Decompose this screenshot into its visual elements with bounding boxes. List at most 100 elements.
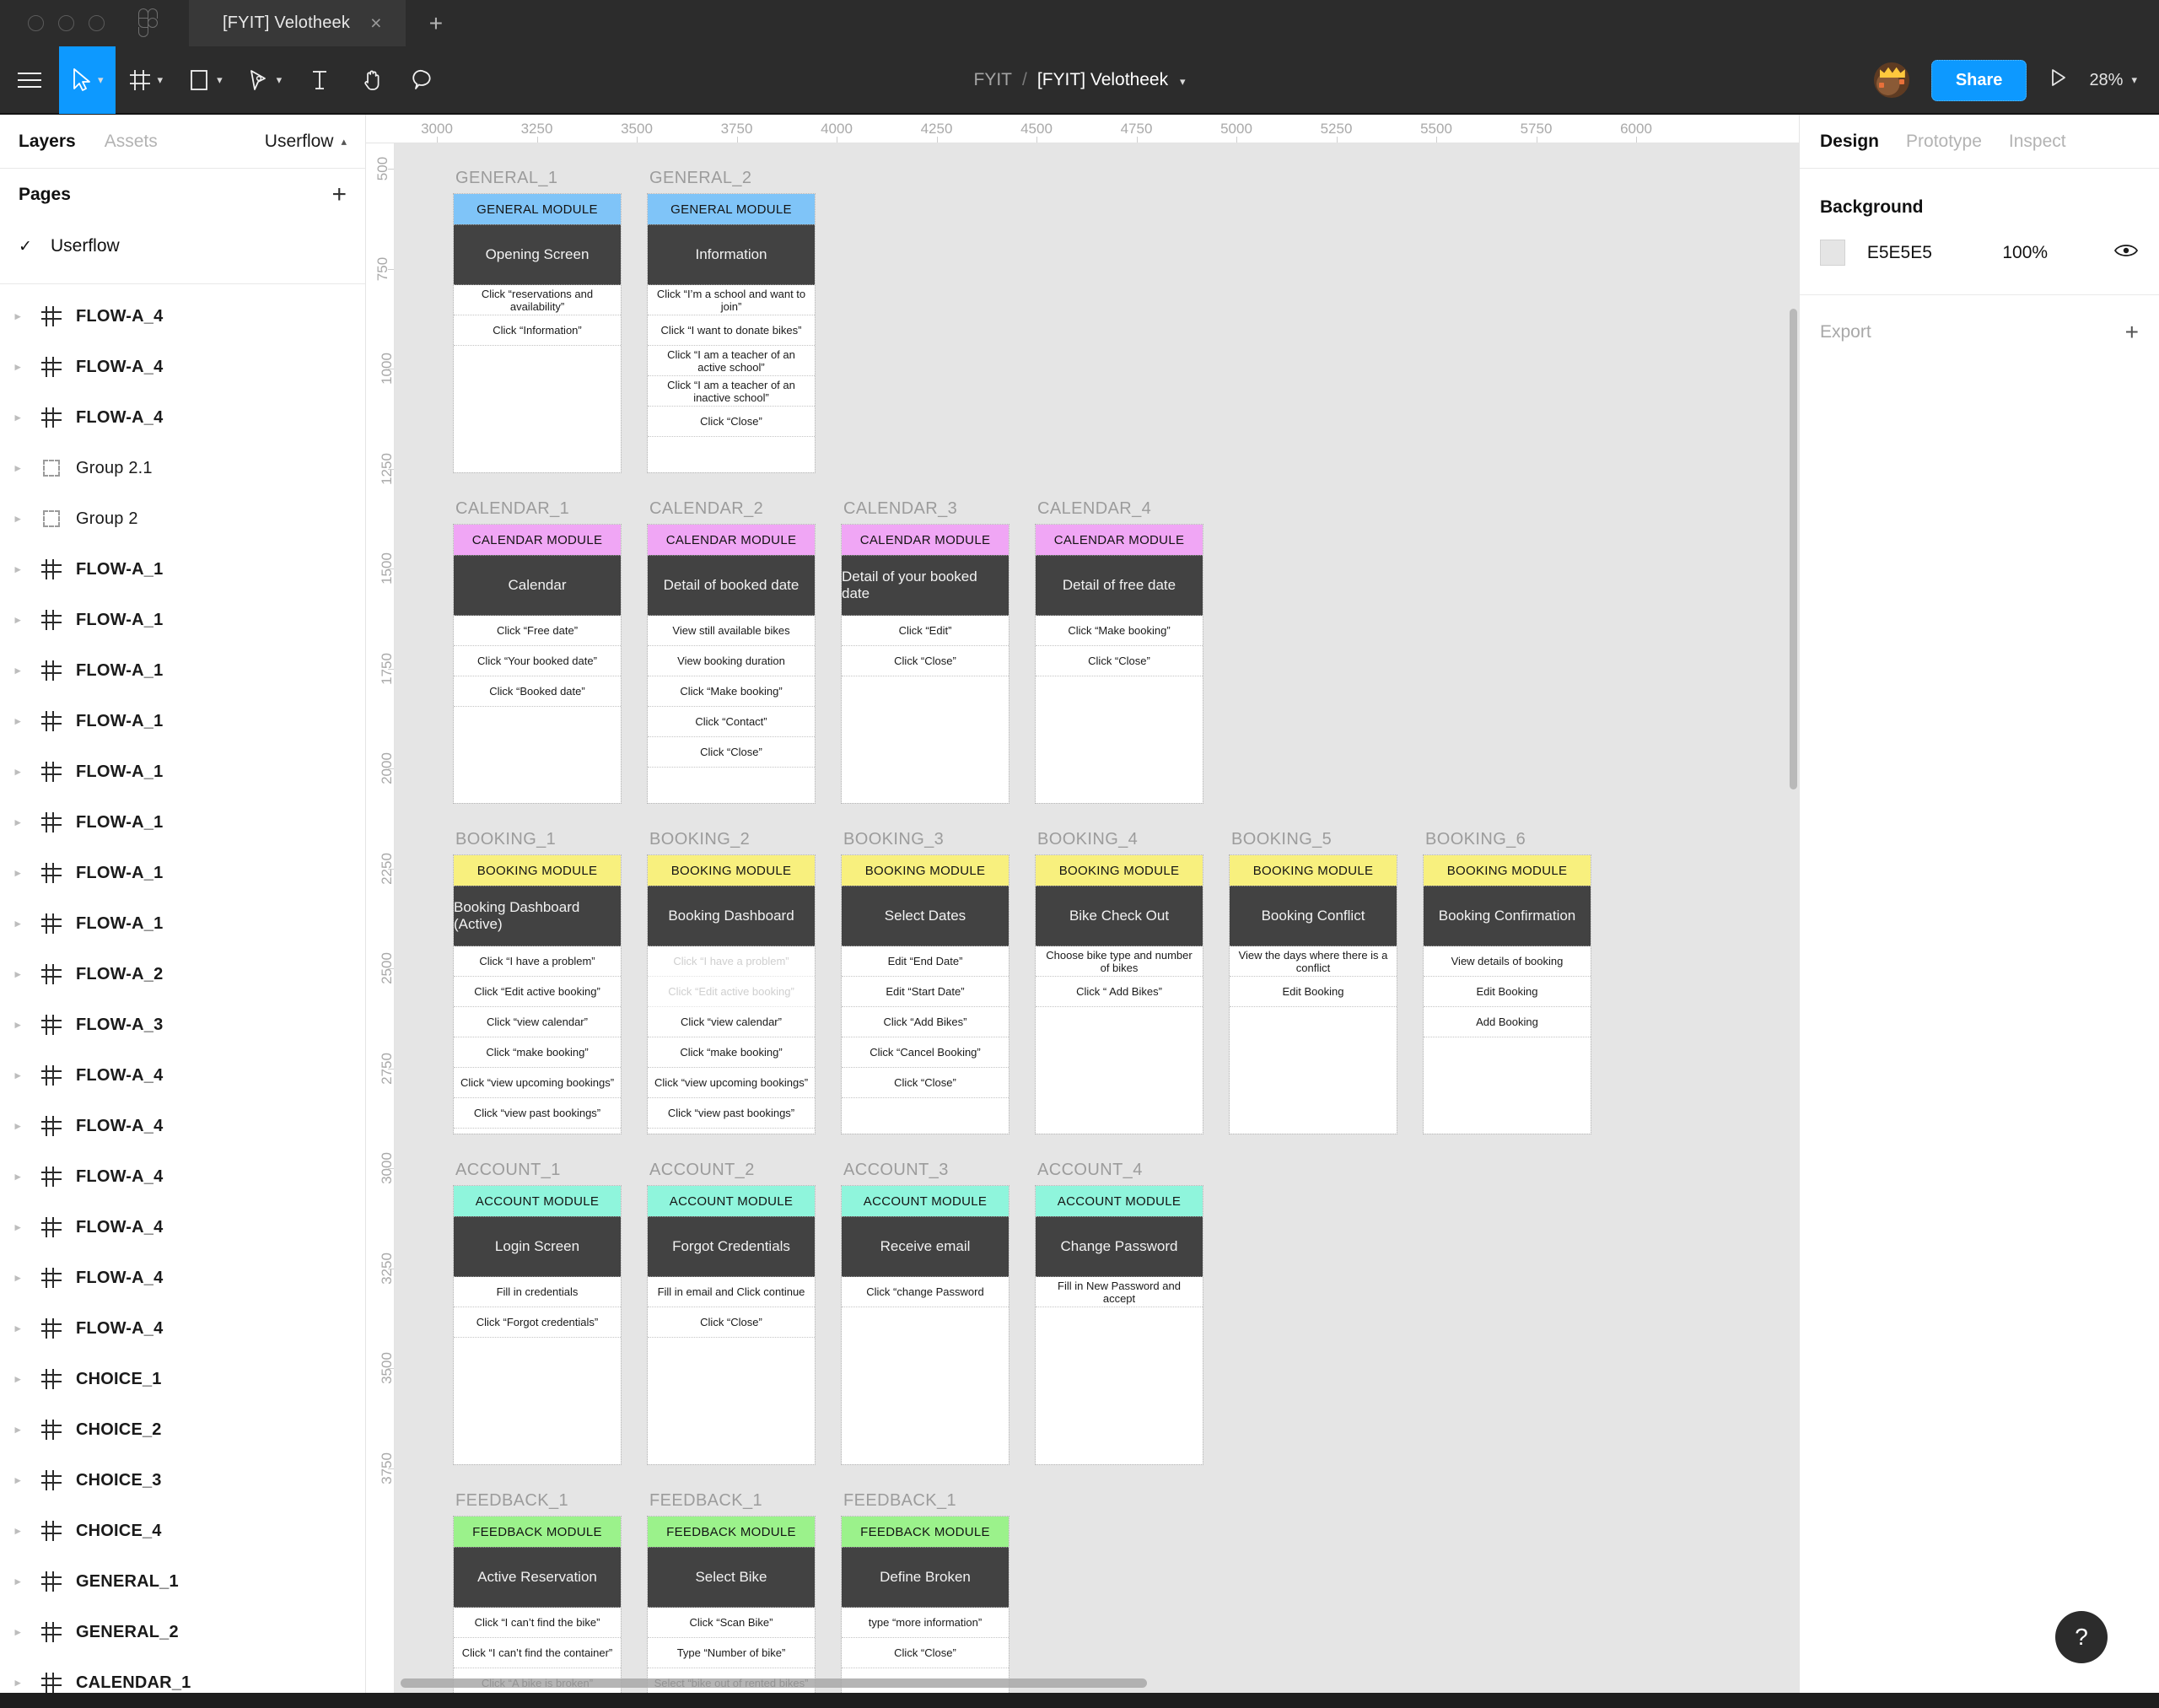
main-menu-button[interactable] — [0, 46, 59, 114]
frame-name-label[interactable]: GENERAL_1 — [455, 169, 557, 188]
layer-item[interactable]: ▸FLOW-A_4 — [0, 1253, 365, 1303]
action-row[interactable]: Click “Booked date” — [454, 676, 621, 707]
expand-arrow-icon[interactable]: ▸ — [8, 1018, 27, 1032]
action-row[interactable]: Choose bike type and number of bikes — [1036, 946, 1203, 977]
action-row[interactable]: Click “I can’t find the bike” — [454, 1608, 621, 1638]
expand-arrow-icon[interactable]: ▸ — [8, 310, 27, 323]
action-row[interactable]: Click “Edit active booking” — [454, 977, 621, 1007]
canvas-area[interactable]: 3000325035003750400042504500475050005250… — [366, 115, 1799, 1693]
action-row[interactable]: Click “reservations and availability” — [454, 285, 621, 315]
action-row[interactable]: Click “view upcoming bookings” — [454, 1068, 621, 1098]
maximize-window-button[interactable] — [89, 15, 105, 31]
expand-arrow-icon[interactable]: ▸ — [8, 360, 27, 374]
shape-tool-button[interactable]: ▾ — [175, 46, 234, 114]
action-row[interactable]: Click “Add Bikes” — [842, 1007, 1009, 1037]
horizontal-scrollbar[interactable] — [401, 1678, 1147, 1688]
color-swatch[interactable] — [1820, 240, 1845, 266]
layer-item[interactable]: ▸CHOICE_2 — [0, 1404, 365, 1455]
comment-tool-button[interactable] — [398, 46, 450, 114]
action-row[interactable]: Click “Make booking” — [648, 676, 815, 707]
layer-item[interactable]: ▸GENERAL_2 — [0, 1607, 365, 1657]
frame-name-label[interactable]: GENERAL_2 — [649, 169, 751, 188]
action-row[interactable]: Add Booking — [1424, 1007, 1591, 1037]
action-row[interactable]: Click “Information” — [454, 315, 621, 346]
frame-name-label[interactable]: ACCOUNT_2 — [649, 1161, 755, 1180]
action-row[interactable]: Click “view calendar” — [648, 1007, 815, 1037]
plus-icon[interactable]: + — [331, 182, 347, 207]
action-row[interactable]: Edit Booking — [1230, 977, 1397, 1007]
layer-item[interactable]: ▸FLOW-A_1 — [0, 595, 365, 645]
eye-icon[interactable] — [2113, 241, 2139, 265]
expand-arrow-icon[interactable]: ▸ — [8, 1271, 27, 1285]
action-row[interactable]: Click “I have a problem” — [648, 946, 815, 977]
layer-item[interactable]: ▸FLOW-A_4 — [0, 291, 365, 342]
vertical-scrollbar[interactable] — [1790, 309, 1797, 789]
layer-item[interactable]: ▸FLOW-A_4 — [0, 392, 365, 443]
action-row[interactable]: Click “Close” — [648, 407, 815, 437]
expand-arrow-icon[interactable]: ▸ — [8, 512, 27, 525]
expand-arrow-icon[interactable]: ▸ — [8, 765, 27, 779]
layer-item[interactable]: ▸FLOW-A_2 — [0, 949, 365, 999]
frame-card[interactable]: ACCOUNT_1ACCOUNT MODULELogin ScreenFill … — [454, 1186, 621, 1464]
frame-name-label[interactable]: FEEDBACK_1 — [843, 1491, 956, 1511]
action-row[interactable]: Click “I’m a school and want to join” — [648, 285, 815, 315]
action-row[interactable]: type “more information” — [842, 1608, 1009, 1638]
action-row[interactable]: View booking duration — [648, 646, 815, 676]
frame-card[interactable]: ACCOUNT_3ACCOUNT MODULEReceive emailClic… — [842, 1186, 1009, 1464]
layer-item[interactable]: ▸Group 2 — [0, 493, 365, 544]
layer-item[interactable]: ▸CHOICE_1 — [0, 1354, 365, 1404]
frame-card[interactable]: FEEDBACK_1FEEDBACK MODULEActive Reservat… — [454, 1517, 621, 1693]
expand-arrow-icon[interactable]: ▸ — [8, 1170, 27, 1183]
tab-prototype[interactable]: Prototype — [1906, 132, 1982, 152]
text-tool-button[interactable] — [293, 46, 346, 114]
layer-item[interactable]: ▸FLOW-A_1 — [0, 797, 365, 848]
action-row[interactable]: Type “Number of bike” — [648, 1638, 815, 1668]
layer-item[interactable]: ▸Group 2.1 — [0, 443, 365, 493]
frame-tool-button[interactable]: ▾ — [116, 46, 175, 114]
share-button[interactable]: Share — [1931, 60, 2027, 101]
action-row[interactable]: Click “Edit active booking” — [648, 977, 815, 1007]
action-row[interactable]: Click “Scan Bike” — [648, 1608, 815, 1638]
breadcrumb-team[interactable]: FYIT — [974, 70, 1013, 90]
action-row[interactable]: Click “Free date” — [454, 616, 621, 646]
action-row[interactable]: Click “view upcoming bookings” — [648, 1068, 815, 1098]
frame-card[interactable]: ACCOUNT_4ACCOUNT MODULEChange PasswordFi… — [1036, 1186, 1203, 1464]
frame-name-label[interactable]: FEEDBACK_1 — [649, 1491, 762, 1511]
page-selector[interactable]: Userflow ▴ — [265, 132, 347, 152]
action-row[interactable]: Click “Cancel Booking” — [842, 1037, 1009, 1068]
file-tab[interactable]: [FYIT] Velotheek × — [189, 0, 406, 46]
action-row[interactable]: Edit Booking — [1424, 977, 1591, 1007]
action-row[interactable]: View details of booking — [1424, 946, 1591, 977]
action-row[interactable]: Click “Close” — [842, 646, 1009, 676]
layer-item[interactable]: ▸FLOW-A_1 — [0, 746, 365, 797]
expand-arrow-icon[interactable]: ▸ — [8, 411, 27, 424]
page-item-userflow[interactable]: ✓ Userflow — [0, 221, 365, 272]
tab-assets[interactable]: Assets — [105, 132, 158, 152]
action-row[interactable]: Click “Make booking” — [1036, 616, 1203, 646]
frame-name-label[interactable]: BOOKING_3 — [843, 830, 944, 849]
action-row[interactable]: Edit “Start Date” — [842, 977, 1009, 1007]
expand-arrow-icon[interactable]: ▸ — [8, 866, 27, 880]
frame-name-label[interactable]: BOOKING_1 — [455, 830, 556, 849]
layer-item[interactable]: ▸CHOICE_3 — [0, 1455, 365, 1506]
action-row[interactable]: Click “I want to donate bikes” — [648, 315, 815, 346]
pen-tool-button[interactable]: ▾ — [234, 46, 294, 114]
color-hex-value[interactable]: E5E5E5 — [1867, 243, 1980, 263]
layer-item[interactable]: ▸FLOW-A_4 — [0, 1202, 365, 1253]
frame-name-label[interactable]: CALENDAR_4 — [1037, 499, 1151, 519]
frame-card[interactable]: CALENDAR_4CALENDAR MODULEDetail of free … — [1036, 525, 1203, 803]
frame-card[interactable]: CALENDAR_1CALENDAR MODULECalendarClick “… — [454, 525, 621, 803]
hand-tool-button[interactable] — [346, 46, 398, 114]
frame-name-label[interactable]: ACCOUNT_4 — [1037, 1161, 1143, 1180]
layer-item[interactable]: ▸FLOW-A_1 — [0, 645, 365, 696]
layer-item[interactable]: ▸FLOW-A_4 — [0, 1151, 365, 1202]
layer-item[interactable]: ▸GENERAL_1 — [0, 1556, 365, 1607]
action-row[interactable]: Click “Close” — [842, 1638, 1009, 1668]
layer-item[interactable]: ▸CALENDAR_1 — [0, 1657, 365, 1708]
action-row[interactable]: View still available bikes — [648, 616, 815, 646]
action-row[interactable]: Click “Your booked date” — [454, 646, 621, 676]
expand-arrow-icon[interactable]: ▸ — [8, 1069, 27, 1082]
tab-design[interactable]: Design — [1820, 132, 1879, 152]
color-opacity-value[interactable]: 100% — [2002, 243, 2092, 263]
expand-arrow-icon[interactable]: ▸ — [8, 1119, 27, 1133]
